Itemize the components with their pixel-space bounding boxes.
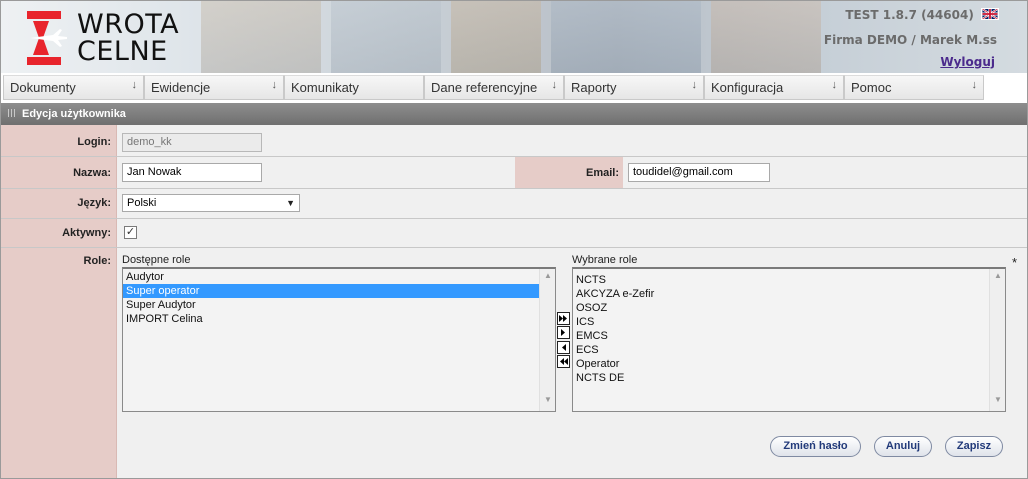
menu-label: Ewidencje (151, 80, 211, 95)
arrow-down-icon: ↓ (131, 79, 138, 91)
app-logo[interactable]: WROTA CELNE (27, 11, 179, 67)
move-all-left-button[interactable] (557, 355, 570, 368)
scrollbar[interactable]: ▲ ▼ (989, 269, 1005, 411)
grip-icon (8, 109, 16, 117)
active-checkbox[interactable]: ✓ (124, 226, 137, 239)
chosen-role-option[interactable]: Operator (573, 357, 989, 371)
logo-text: WROTA CELNE (77, 11, 179, 65)
chosen-role-option[interactable]: EMCS (573, 329, 989, 343)
chosen-role-option[interactable]: NCTS (573, 273, 989, 287)
company-user-text: Firma DEMO / Marek M.ss (823, 33, 997, 47)
logout-link[interactable]: Wyloguj (940, 55, 995, 69)
menu-konfiguracja[interactable]: Konfiguracja ↓ (704, 75, 844, 100)
row-divider (1, 156, 1027, 157)
arrow-down-icon: ↓ (831, 79, 838, 91)
chosen-roles-list[interactable]: NCTS AKCYZA e-Zefir OSOZ ICS EMCS ECS Op… (572, 267, 1006, 412)
login-field: demo_kk (122, 133, 262, 152)
arrow-down-icon: ↓ (691, 79, 698, 91)
double-arrow-left-icon (560, 358, 568, 365)
user-edit-form: Login: demo_kk Nazwa: Jan Nowak Email: t… (1, 125, 1027, 478)
email-label: Email: (585, 167, 619, 179)
scroll-down-icon[interactable]: ▼ (540, 395, 555, 409)
available-role-option[interactable]: IMPORT Celina (123, 312, 539, 326)
change-password-button[interactable]: Zmień hasło (770, 436, 861, 457)
save-button[interactable]: Zapisz (945, 436, 1003, 457)
login-label: Login: (77, 136, 111, 148)
background-image (451, 1, 541, 73)
menu-pomoc[interactable]: Pomoc ↓ (844, 75, 984, 100)
available-roles-title: Dostępne role (122, 254, 191, 266)
available-roles-list[interactable]: Audytor Super operator Super Audytor IMP… (122, 267, 556, 412)
logo-mark-icon (27, 11, 67, 65)
chosen-role-option[interactable]: NCTS DE (573, 371, 989, 385)
menu-dokumenty[interactable]: Dokumenty ↓ (3, 75, 144, 100)
language-value: Polski (127, 197, 157, 209)
row-divider (1, 218, 1027, 219)
active-label: Aktywny: (62, 227, 111, 239)
arrow-down-icon: ↓ (551, 79, 558, 91)
menu-dane-referencyjne[interactable]: Dane referencyjne ↓ (424, 75, 564, 100)
background-image (331, 1, 441, 73)
arrow-down-icon: ↓ (971, 79, 978, 91)
arrow-left-icon (562, 344, 566, 351)
move-right-button[interactable] (557, 326, 570, 339)
menu-label: Dane referencyjne (431, 80, 538, 95)
roles-label: Role: (83, 255, 112, 267)
available-role-option[interactable]: Audytor (123, 270, 539, 284)
move-left-button[interactable] (557, 341, 570, 354)
menu-raporty[interactable]: Raporty ↓ (564, 75, 704, 100)
main-menu: Dokumenty ↓ Ewidencje ↓ Komunikaty Dane … (1, 75, 1027, 100)
background-image (711, 1, 821, 73)
scroll-down-icon[interactable]: ▼ (990, 395, 1005, 409)
menu-label: Konfiguracja (711, 80, 784, 95)
chosen-role-option[interactable]: ICS (573, 315, 989, 329)
chosen-role-option[interactable]: OSOZ (573, 301, 989, 315)
uk-flag-icon[interactable] (981, 8, 999, 20)
scroll-up-icon[interactable]: ▲ (540, 271, 555, 285)
menu-label: Raporty (571, 80, 617, 95)
dropdown-arrow-icon: ▼ (286, 198, 295, 208)
menu-label: Dokumenty (10, 80, 76, 95)
app-header: WROTA CELNE TEST 1.8.7 (44604) Firma DEM… (1, 1, 1027, 73)
menu-komunikaty[interactable]: Komunikaty (284, 75, 424, 100)
arrow-down-icon: ↓ (271, 79, 278, 91)
double-arrow-right-icon (559, 315, 567, 322)
scroll-up-icon[interactable]: ▲ (990, 271, 1005, 285)
section-title-bar: Edycja użytkownika (1, 103, 1027, 125)
version-text: TEST 1.8.7 (44604) (845, 8, 974, 22)
row-divider (1, 247, 1027, 248)
logo-line-2: CELNE (77, 36, 168, 67)
name-field[interactable]: Jan Nowak (122, 163, 262, 182)
email-field[interactable]: toudidel@gmail.com (628, 163, 770, 182)
chosen-roles-title: Wybrane role (572, 254, 638, 266)
chosen-role-option[interactable]: ECS (573, 343, 989, 357)
version-info: TEST 1.8.7 (44604) (845, 7, 999, 23)
available-role-option[interactable]: Super Audytor (123, 298, 539, 312)
menu-label: Komunikaty (291, 80, 359, 95)
chosen-role-option[interactable]: AKCYZA e-Zefir (573, 287, 989, 301)
move-all-right-button[interactable] (557, 312, 570, 325)
scrollbar[interactable]: ▲ ▼ (539, 269, 555, 411)
available-role-option-selected[interactable]: Super operator (123, 284, 539, 298)
background-image (201, 1, 321, 73)
language-select[interactable]: Polski ▼ (122, 194, 300, 212)
language-label: Język: (77, 197, 111, 209)
cancel-button[interactable]: Anuluj (874, 436, 932, 457)
logo-line-1: WROTA (77, 9, 180, 40)
menu-ewidencje[interactable]: Ewidencje ↓ (144, 75, 284, 100)
required-marker: * (1011, 255, 1017, 270)
background-image (551, 1, 701, 73)
row-divider (1, 188, 1027, 189)
name-label: Nazwa: (73, 167, 111, 179)
section-title: Edycja użytkownika (22, 108, 126, 120)
arrow-right-icon (561, 329, 565, 336)
menu-label: Pomoc (851, 80, 892, 95)
